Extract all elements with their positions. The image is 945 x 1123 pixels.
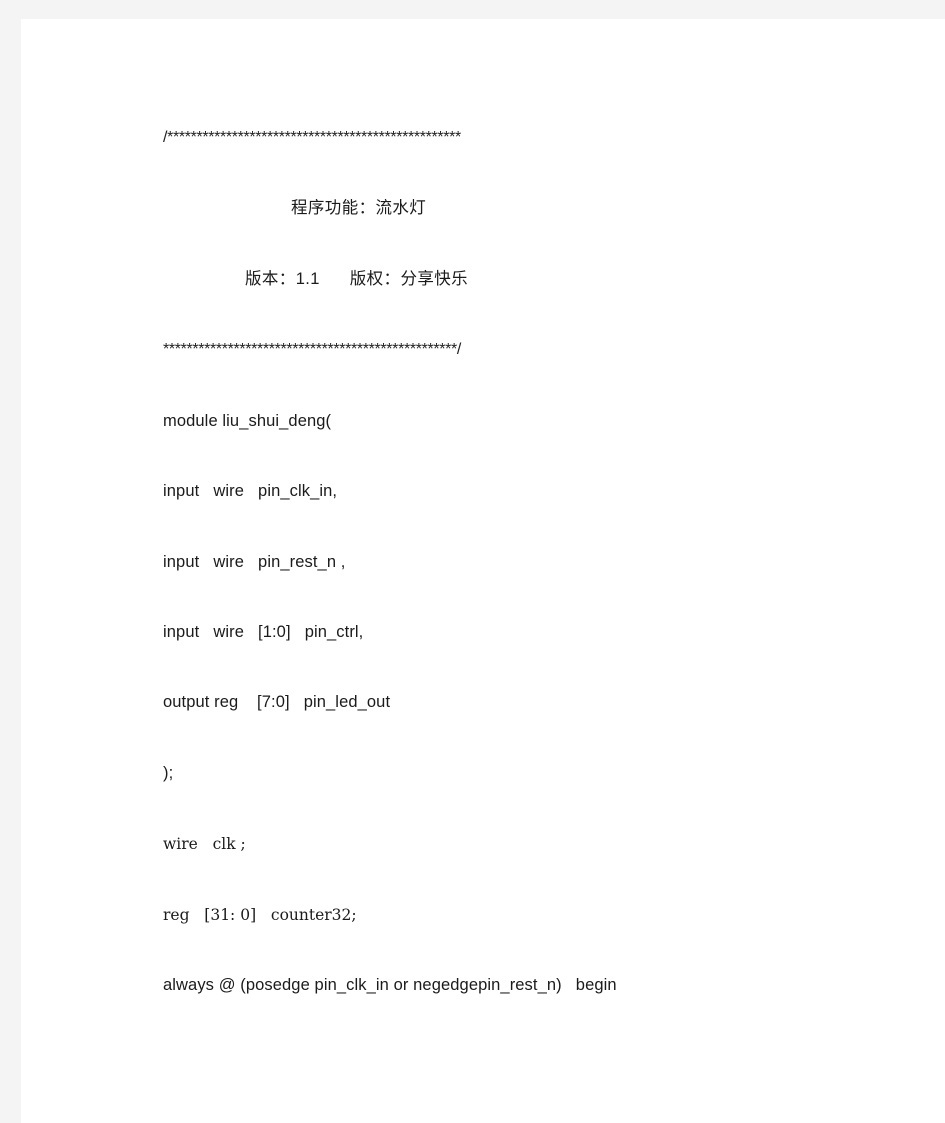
code-line-wire-clk: wire clk ; xyxy=(163,835,246,853)
code-listing: /***************************************… xyxy=(21,19,945,1123)
code-line-port-pin-clk-in: input wire pin_clk_in, xyxy=(163,482,338,500)
document-page: /***************************************… xyxy=(21,19,945,1123)
code-line-comment-close: ****************************************… xyxy=(163,341,461,358)
code-line-comment-version: 版本：1.1 版权：分享快乐 xyxy=(245,270,469,288)
code-line-always-block: always @ (posedge pin_clk_in or negedgep… xyxy=(163,976,617,994)
code-line-port-list-close: ); xyxy=(163,764,174,782)
code-line-port-pin-ctrl: input wire [1:0] pin_ctrl, xyxy=(163,623,364,641)
code-line-comment-title: 程序功能：流水灯 xyxy=(291,199,427,217)
code-line-module-decl: module liu_shui_deng( xyxy=(163,412,332,430)
code-line-reg-counter32: reg [31: 0] counter32; xyxy=(163,906,357,924)
document-canvas: /***************************************… xyxy=(0,0,945,1123)
code-line-port-pin-rest-n: input wire pin_rest_n , xyxy=(163,553,346,571)
code-line-port-pin-led-out: output reg [7:0] pin_led_out xyxy=(163,693,391,711)
code-line-comment-open: /***************************************… xyxy=(163,129,461,146)
